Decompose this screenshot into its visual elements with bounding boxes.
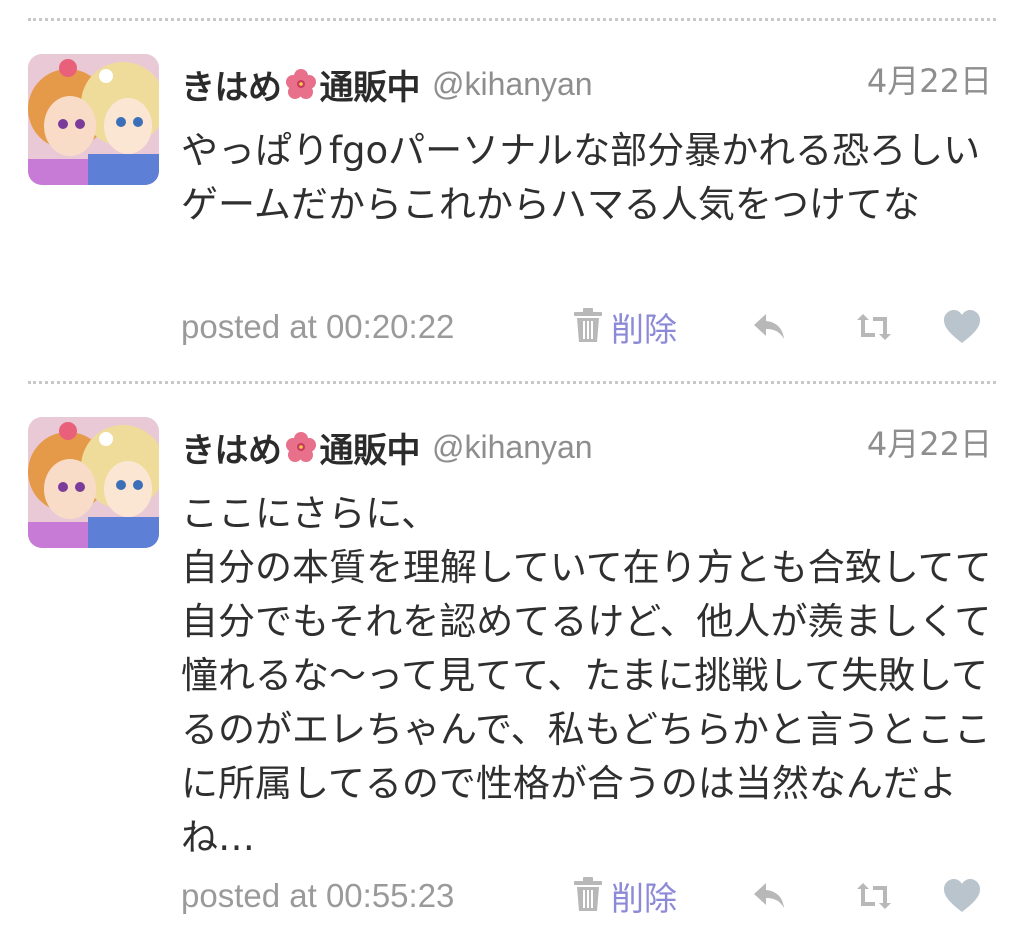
delete-label: 削除 (611, 310, 677, 349)
heart-icon[interactable] (941, 306, 983, 348)
avatar[interactable] (28, 54, 159, 185)
delete-button[interactable]: 削除 (571, 871, 677, 921)
tweet-date[interactable]: 4月22日 (867, 56, 992, 102)
tweet: きはめ 通販中 @kihanyan 4月22日 ここにさらに、 自分の本質を理解… (0, 417, 1024, 927)
display-name[interactable]: きはめ (181, 423, 282, 472)
user-name-row[interactable]: きはめ 通販中 @kihanyan (181, 421, 593, 473)
tweet-footer: posted at 00:55:23 削除 (181, 871, 1001, 921)
user-name-row[interactable]: きはめ 通販中 @kihanyan (181, 58, 593, 110)
user-handle[interactable]: @kihanyan (432, 66, 593, 103)
tweet: きはめ 通販中 @kihanyan 4月22日 やっぱりfgoパーソナルな部分暴… (0, 54, 1024, 364)
retweet-icon[interactable] (853, 875, 895, 917)
divider (28, 18, 996, 21)
posted-timestamp[interactable]: posted at 00:55:23 (181, 871, 454, 921)
trash-icon (571, 306, 605, 348)
display-name-suffix[interactable]: 通販中 (320, 60, 421, 109)
retweet-icon[interactable] (853, 306, 895, 348)
tweet-text: やっぱりfgoパーソナルな部分暴かれる恐ろしいゲームだからこれからハマる人気をつ… (181, 129, 981, 226)
delete-label: 削除 (611, 879, 677, 918)
display-name-suffix[interactable]: 通販中 (320, 423, 421, 472)
reply-icon[interactable] (749, 875, 791, 917)
tweet-date[interactable]: 4月22日 (867, 419, 992, 465)
display-name[interactable]: きはめ (181, 60, 282, 109)
trash-icon (571, 875, 605, 917)
tweet-text: ここにさらに、 自分の本質を理解していて在り方とも合致してて自分でもそれを認めて… (181, 492, 992, 859)
user-handle[interactable]: @kihanyan (432, 429, 593, 466)
tweet-footer: posted at 00:20:22 削除 (181, 302, 1001, 352)
hibiscus-icon (284, 67, 318, 101)
reply-icon[interactable] (749, 306, 791, 348)
divider (28, 381, 996, 384)
delete-button[interactable]: 削除 (571, 302, 677, 352)
hibiscus-icon (284, 430, 318, 464)
avatar[interactable] (28, 417, 159, 548)
heart-icon[interactable] (941, 875, 983, 917)
posted-timestamp[interactable]: posted at 00:20:22 (181, 302, 454, 352)
